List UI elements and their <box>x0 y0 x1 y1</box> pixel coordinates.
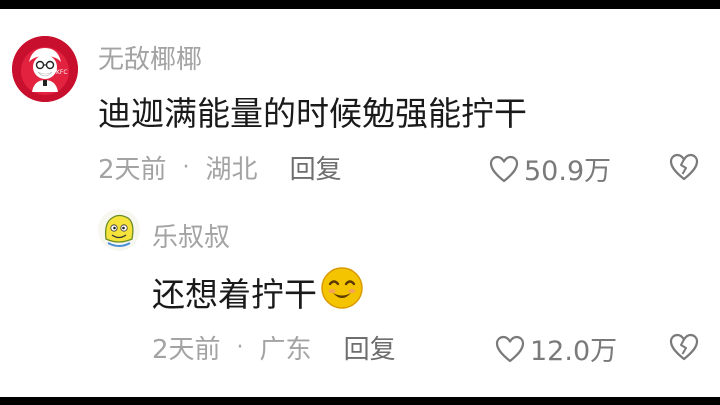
timestamp: 2天前 <box>152 335 221 365</box>
kfc-colonel-avatar-icon: KFC <box>12 36 78 102</box>
smiling-face-emoji <box>319 265 365 319</box>
reply-button[interactable]: 回复 <box>290 149 342 186</box>
dislike-button[interactable] <box>668 332 700 366</box>
svg-text:KFC: KFC <box>56 69 68 76</box>
username[interactable]: 乐叔叔 <box>152 217 230 254</box>
separator-dot: · <box>182 155 190 180</box>
reply-button[interactable]: 回复 <box>344 329 396 366</box>
like-count: 12.0万 <box>530 336 618 367</box>
comment-text-content: 迪迦满能量的时候勉强能拧干 <box>98 94 527 133</box>
comment-text: 还想着拧干 <box>152 265 365 319</box>
broken-heart-icon <box>669 333 699 361</box>
heart-icon <box>495 335 525 362</box>
separator-dot: · <box>236 335 244 360</box>
username[interactable]: 无敌椰椰 <box>98 39 202 76</box>
location: 广东 <box>259 335 312 365</box>
broken-heart-icon <box>669 153 699 181</box>
avatar[interactable]: KFC <box>12 36 78 102</box>
avatar[interactable] <box>98 209 140 251</box>
comment-list: KFC 无敌椰椰 迪迦满能量的时候勉强能拧干 2天前 · 湖北 回复 50.9万 <box>0 9 720 397</box>
like-button[interactable]: 50.9万 <box>488 149 611 188</box>
dislike-button[interactable] <box>668 152 700 186</box>
like-count: 50.9万 <box>524 156 612 187</box>
comment-text-content: 还想着拧干 <box>152 275 317 314</box>
like-button[interactable]: 12.0万 <box>494 329 617 368</box>
comment-meta: 2天前 · 湖北 回复 <box>98 149 342 186</box>
location: 湖北 <box>205 155 258 185</box>
comment-text: 迪迦满能量的时候勉强能拧干 <box>98 87 527 135</box>
comment-meta: 2天前 · 广东 回复 <box>152 329 396 366</box>
cartoon-character-avatar-icon <box>98 209 140 251</box>
heart-icon <box>489 155 519 182</box>
timestamp: 2天前 <box>98 155 167 185</box>
